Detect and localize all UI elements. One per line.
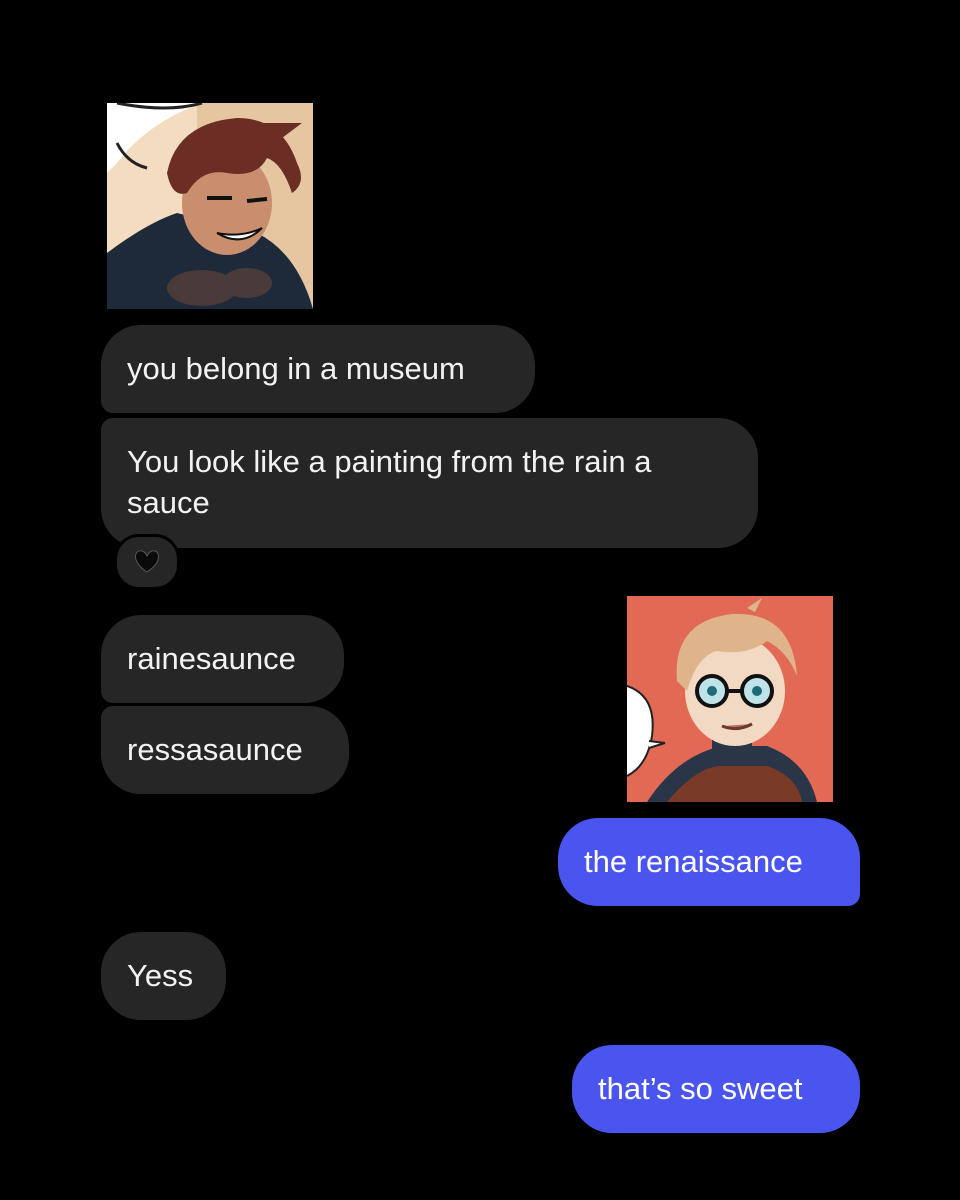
message-reaction[interactable] — [114, 534, 180, 590]
user-avatar-image — [627, 596, 833, 802]
message-text: Yess — [127, 958, 194, 993]
message-text: the renaissance — [584, 844, 803, 879]
received-message[interactable]: you belong in a museum — [101, 325, 535, 413]
user-avatar-illustration — [627, 596, 833, 802]
received-message[interactable]: Yess — [101, 932, 226, 1020]
message-text: ressasaunce — [127, 732, 303, 767]
received-message[interactable]: You look like a painting from the rain a… — [101, 418, 758, 548]
message-text: You look like a painting from the rain a… — [127, 444, 652, 520]
message-text: you belong in a museum — [127, 351, 465, 386]
sender-avatar-illustration — [107, 103, 313, 309]
sender-avatar-image — [107, 103, 313, 309]
message-text: that’s so sweet — [598, 1071, 803, 1106]
black-heart-icon — [135, 550, 159, 573]
sent-message[interactable]: that’s so sweet — [572, 1045, 860, 1133]
received-message[interactable]: rainesaunce — [101, 615, 344, 703]
message-text: rainesaunce — [127, 641, 296, 676]
received-message[interactable]: ressasaunce — [101, 706, 349, 794]
sent-message[interactable]: the renaissance — [558, 818, 860, 906]
